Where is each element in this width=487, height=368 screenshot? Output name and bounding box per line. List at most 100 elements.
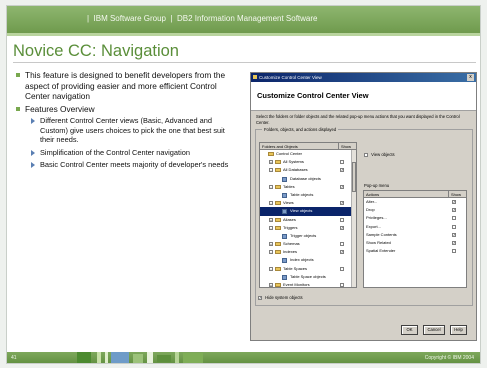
footer-decoration-graphic xyxy=(77,352,203,363)
customize-dialog-screenshot: Customize Control Center View x Customiz… xyxy=(250,72,477,341)
folder-icon xyxy=(275,217,281,222)
collapse-icon[interactable]: - xyxy=(269,184,273,189)
help-button[interactable]: Help xyxy=(450,325,467,335)
tree-row[interactable]: + Schemas xyxy=(260,240,356,248)
tree-row[interactable]: - Indexes ✓ xyxy=(260,248,356,256)
expand-icon[interactable]: + xyxy=(269,242,273,247)
show-checkbox[interactable]: ✓ xyxy=(452,200,456,204)
tree-row[interactable]: Control Center xyxy=(260,150,356,158)
sub-bullet-item: Basic Control Center meets majority of d… xyxy=(15,160,240,169)
tree-row[interactable]: - All Databases ✓ xyxy=(260,166,356,174)
popup-column-show[interactable]: Show xyxy=(448,191,461,198)
tree-row-label: Tables xyxy=(283,183,295,189)
popup-column-actions[interactable]: Actions xyxy=(366,191,379,198)
tree-row[interactable]: - Tables ✓ xyxy=(260,183,356,191)
popup-action-row[interactable]: Export... xyxy=(364,223,466,231)
tree-row[interactable]: + All Systems xyxy=(260,158,356,166)
popup-action-row[interactable]: Sample Contents ✓ xyxy=(364,231,466,239)
bullet-item: Features Overview xyxy=(15,104,240,115)
show-checkbox[interactable]: ✓ xyxy=(340,250,344,255)
slide: | IBM Software Group | DB2 Information M… xyxy=(6,5,481,364)
popup-action-row[interactable]: Show Related ✓ xyxy=(364,239,466,247)
popup-action-row[interactable]: Drop ✓ xyxy=(364,206,466,214)
tree-row[interactable]: Index objects xyxy=(260,256,356,264)
show-checkbox[interactable] xyxy=(340,242,344,247)
show-checkbox[interactable] xyxy=(340,266,344,271)
sub-bullet-item: Different Control Center views (Basic, A… xyxy=(15,116,240,144)
popup-action-row[interactable]: Spatial Extender xyxy=(364,247,466,255)
tree-row-label: Trigger objects xyxy=(290,232,317,238)
sub-bullet-text: Basic Control Center meets majority of d… xyxy=(40,160,229,169)
cancel-button[interactable]: Cancel xyxy=(423,325,445,335)
collapse-icon[interactable]: - xyxy=(269,168,273,173)
tree-row[interactable]: - Triggers ✓ xyxy=(260,224,356,232)
sub-bullet-text: Simplification of the Control Center nav… xyxy=(40,147,190,157)
folder-icon xyxy=(275,266,281,271)
folder-tree[interactable]: Folders and Objects Show Control Center +… xyxy=(259,142,357,288)
header-accent-strip xyxy=(7,33,480,36)
expand-icon[interactable]: + xyxy=(269,283,273,287)
tree-row[interactable]: Table Space objects xyxy=(260,273,356,281)
show-checkbox[interactable]: ✓ xyxy=(340,184,344,189)
show-checkbox[interactable]: ✓ xyxy=(452,232,456,237)
title-divider xyxy=(13,62,476,63)
collapse-icon[interactable]: - xyxy=(269,250,273,255)
hide-system-objects-label: Hide system objects xyxy=(265,295,303,300)
tree-row-label: All Databases xyxy=(283,167,308,173)
tree-row[interactable]: - Table Spaces xyxy=(260,265,356,273)
popup-actions-list[interactable]: Actions Show Alter... ✓ Drop ✓ Privileges...… xyxy=(363,190,467,288)
popup-action-label: Sample Contents xyxy=(366,231,397,237)
dialog-banner: Customize Control Center View xyxy=(251,82,476,111)
slide-title: Novice CC: Navigation xyxy=(13,42,179,60)
show-checkbox[interactable]: ✓ xyxy=(340,168,344,173)
sub-bullet-item: Simplification of the Control Center nav… xyxy=(15,148,240,157)
view-objects-checkbox-row[interactable]: View objects xyxy=(364,152,395,158)
popup-action-label: Alter... xyxy=(366,199,378,204)
tree-row-label: Triggers xyxy=(283,224,298,230)
tree-row[interactable]: Table objects xyxy=(260,191,356,199)
popup-action-label: Spatial Extender xyxy=(366,248,396,254)
expand-icon[interactable]: + xyxy=(269,160,273,165)
folder-icon xyxy=(275,242,281,247)
popup-action-label: Show Related xyxy=(366,239,391,245)
tree-row[interactable]: + Event Monitors xyxy=(260,281,356,287)
folder-icon xyxy=(275,168,281,173)
tree-column-folders[interactable]: Folders and Objects xyxy=(262,143,298,150)
tree-row[interactable]: Database objects xyxy=(260,175,356,183)
hide-system-objects-row[interactable]: ✓ Hide system objects xyxy=(258,295,303,301)
collapse-icon[interactable]: - xyxy=(269,225,273,230)
tree-column-show[interactable]: Show xyxy=(338,143,351,150)
triangle-bullet-icon xyxy=(31,149,35,156)
expand-icon[interactable]: + xyxy=(269,217,273,222)
popup-action-row[interactable]: Alter... ✓ xyxy=(364,198,466,206)
ok-button[interactable]: OK xyxy=(401,325,418,335)
tree-scrollbar[interactable] xyxy=(351,150,356,287)
show-checkbox[interactable]: ✓ xyxy=(452,208,456,213)
close-icon[interactable]: x xyxy=(467,74,474,81)
hide-system-objects-checkbox[interactable]: ✓ xyxy=(258,295,262,300)
group-label: Folders, objects, and actions displayed xyxy=(262,127,339,132)
show-checkbox[interactable] xyxy=(452,249,456,254)
bullet-list: This feature is designed to benefit deve… xyxy=(15,70,240,172)
show-checkbox[interactable] xyxy=(340,160,344,165)
tree-row[interactable]: + Aliases xyxy=(260,216,356,224)
show-checkbox[interactable]: ✓ xyxy=(340,225,344,230)
view-objects-checkbox[interactable] xyxy=(364,152,368,157)
popup-action-row[interactable]: Privileges... xyxy=(364,214,466,222)
show-checkbox[interactable]: ✓ xyxy=(340,201,344,206)
page-number: 41 xyxy=(11,355,17,361)
show-checkbox[interactable]: ✓ xyxy=(452,240,456,245)
tree-row-label: Schemas xyxy=(283,241,300,247)
collapse-icon[interactable]: - xyxy=(269,266,273,271)
show-checkbox[interactable] xyxy=(452,216,456,221)
show-checkbox[interactable] xyxy=(452,224,456,229)
tree-row[interactable]: Trigger objects xyxy=(260,232,356,240)
tree-row[interactable]: - Views ✓ xyxy=(260,199,356,207)
show-checkbox[interactable] xyxy=(340,283,344,287)
object-icon xyxy=(282,258,287,264)
collapse-icon[interactable]: - xyxy=(269,201,273,206)
tree-row[interactable]: View objects xyxy=(260,207,356,216)
show-checkbox[interactable] xyxy=(340,217,344,222)
triangle-bullet-icon xyxy=(31,118,35,125)
scrollbar-thumb[interactable] xyxy=(352,162,356,192)
